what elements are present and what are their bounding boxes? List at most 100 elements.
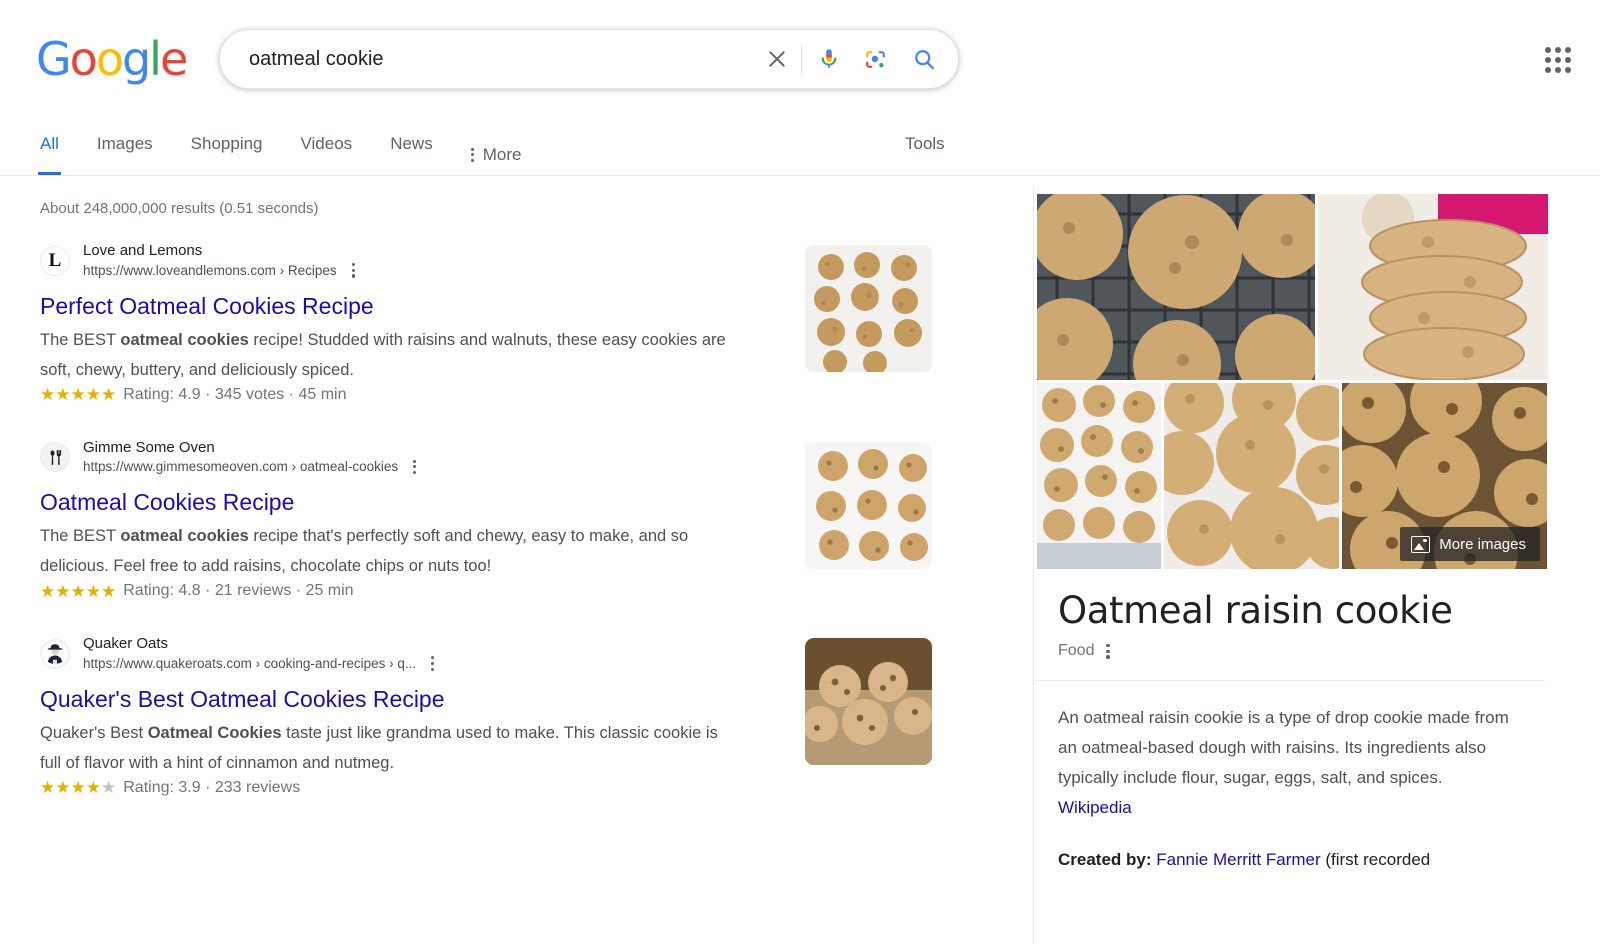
- tab-all[interactable]: All: [38, 118, 61, 175]
- rating-text: Rating: 3.9 · 233 reviews: [123, 778, 301, 796]
- logo-letter-o1: o: [69, 32, 98, 86]
- search-input[interactable]: [220, 42, 755, 76]
- search-icon[interactable]: [898, 37, 950, 81]
- knowledge-panel-title: Oatmeal raisin cookie: [1058, 589, 1453, 632]
- site-url: https://www.gimmesomeoven.com › oatmeal-…: [83, 459, 399, 475]
- result-thumbnail[interactable]: [805, 441, 932, 569]
- kebab-dot: [351, 274, 355, 278]
- result-options-icon[interactable]: [425, 653, 440, 674]
- google-logo[interactable]: Google: [36, 36, 188, 82]
- snippet-pre: The BEST: [40, 527, 121, 546]
- site-url-row: https://www.loveandlemons.com › Recipes: [83, 260, 361, 281]
- result-rating: ★ ★ ★ ★ ★ Rating: 4.9 · 345 votes · 45 m…: [40, 386, 1000, 404]
- image-grid-row: [1037, 194, 1548, 380]
- star-icon: ★: [85, 385, 101, 405]
- snippet-highlight: Oatmeal Cookies: [147, 723, 282, 742]
- result-options-icon[interactable]: [407, 457, 422, 478]
- star-rating-icon: ★ ★ ★ ★ ★: [40, 779, 116, 796]
- snippet-highlight: oatmeal cookies: [120, 527, 249, 546]
- search-divider: [801, 45, 802, 73]
- apps-dot: [1545, 47, 1551, 53]
- site-url-row: https://www.quakeroats.com › cooking-and…: [83, 653, 440, 674]
- kebab-dot: [470, 153, 474, 156]
- apps-dot: [1545, 57, 1551, 63]
- main-content: About 248,000,000 results (0.51 seconds)…: [0, 176, 1600, 944]
- letter-L-favicon: L: [40, 245, 70, 276]
- knowledge-panel-options-icon[interactable]: [1100, 641, 1115, 662]
- site-url: https://www.loveandlemons.com › Recipes: [83, 262, 337, 278]
- result-options-icon[interactable]: [346, 260, 361, 281]
- star-icon: ★: [55, 385, 71, 405]
- tab-images[interactable]: Images: [97, 118, 153, 175]
- kebab-dot: [413, 470, 417, 475]
- more-images-label: More images: [1439, 535, 1526, 553]
- kebab-dot: [413, 459, 417, 463]
- apps-dot: [1545, 67, 1551, 73]
- kp-image-oatmeal-raisin-cookies-closeup[interactable]: More images: [1342, 383, 1547, 569]
- microphone-icon[interactable]: [806, 37, 852, 81]
- search-box[interactable]: [219, 29, 959, 89]
- knowledge-panel: More images Oatmeal raisin cookie Food A…: [1033, 186, 1548, 944]
- logo-letter-g: g: [121, 32, 151, 86]
- star-icon: ★: [70, 581, 86, 601]
- kp-image-pile-of-oatmeal-cookies[interactable]: [1164, 383, 1339, 569]
- tab-news[interactable]: News: [390, 118, 433, 175]
- kebab-dot: [431, 667, 435, 671]
- kebab-dot: [431, 656, 435, 660]
- fact-link-creator[interactable]: Fannie Merritt Farmer: [1156, 850, 1320, 869]
- star-icon: ★: [85, 581, 101, 601]
- google-lens-icon[interactable]: [852, 37, 898, 81]
- result-title-link[interactable]: Quaker's Best Oatmeal Cookies Recipe: [40, 684, 445, 714]
- star-icon: ★: [101, 581, 117, 601]
- logo-letter-o2: o: [95, 32, 124, 86]
- kebab-dot: [1106, 649, 1110, 653]
- google-apps-grid-icon[interactable]: [1536, 38, 1580, 82]
- close-icon[interactable]: [755, 37, 799, 81]
- logo-letter-e: e: [159, 32, 188, 86]
- kp-image-cookies-on-cooling-rack[interactable]: [1037, 194, 1315, 380]
- search-result-item: L Love and Lemons https://www.loveandlem…: [40, 241, 1000, 404]
- fork-and-spoon-favicon: [40, 442, 70, 473]
- wikipedia-link[interactable]: Wikipedia: [1058, 798, 1132, 817]
- result-title-link[interactable]: Oatmeal Cookies Recipe: [40, 487, 294, 517]
- tab-videos[interactable]: Videos: [301, 118, 353, 175]
- logo-letter-G: G: [36, 32, 72, 86]
- rating-text: Rating: 4.8 · 21 reviews · 25 min: [123, 582, 354, 600]
- tab-shopping-label: Shopping: [190, 134, 263, 153]
- snippet-highlight: oatmeal cookies: [120, 330, 249, 349]
- tab-shopping[interactable]: Shopping: [191, 118, 263, 175]
- more-images-button[interactable]: More images: [1400, 527, 1540, 561]
- kebab-dot: [1106, 655, 1110, 659]
- tab-news-label: News: [390, 134, 433, 153]
- apps-dot: [1565, 47, 1571, 53]
- apps-dot: [1565, 57, 1571, 63]
- nav-tabs: All Images Shopping Videos News More: [38, 118, 1600, 175]
- result-thumbnail[interactable]: [805, 245, 932, 372]
- tab-images-label: Images: [96, 134, 153, 153]
- search-result-item: Gimme Some Oven https://www.gimmesomeove…: [40, 438, 1000, 601]
- tab-videos-label: Videos: [300, 134, 353, 153]
- site-name: Love and Lemons: [83, 242, 203, 259]
- result-snippet: The BEST oatmeal cookies recipe that's p…: [40, 521, 740, 581]
- site-url-row: https://www.gimmesomeoven.com › oatmeal-…: [83, 457, 422, 478]
- kp-image-stack-of-oatmeal-cookies[interactable]: [1318, 194, 1548, 380]
- kebab-dot: [1106, 644, 1110, 648]
- search-nav-bar: All Images Shopping Videos News More Too…: [0, 118, 1600, 176]
- knowledge-panel-subtitle-row: Food: [1058, 641, 1519, 662]
- knowledge-panel-description: An oatmeal raisin cookie is a type of dr…: [1058, 703, 1519, 823]
- site-name: Gimme Some Oven: [83, 438, 215, 456]
- star-icon: ★: [70, 778, 86, 798]
- kp-image-cookies-rows-on-white[interactable]: [1037, 383, 1161, 569]
- star-icon: ★: [55, 581, 71, 601]
- result-thumbnail[interactable]: [805, 638, 932, 766]
- apps-dot: [1555, 57, 1561, 63]
- result-snippet: Quaker's Best Oatmeal Cookies taste just…: [40, 718, 740, 778]
- star-icon: ★: [40, 385, 56, 405]
- tools-button[interactable]: Tools: [905, 134, 945, 154]
- result-snippet: The BEST oatmeal cookies recipe! Studded…: [40, 325, 740, 385]
- tab-more[interactable]: More: [470, 118, 521, 175]
- site-meta: Love and Lemons https://www.loveandlemon…: [83, 241, 361, 281]
- result-title-link[interactable]: Perfect Oatmeal Cookies Recipe: [40, 291, 374, 321]
- fact-label: Created by:: [1058, 849, 1152, 869]
- logo-letter-l: l: [149, 32, 162, 86]
